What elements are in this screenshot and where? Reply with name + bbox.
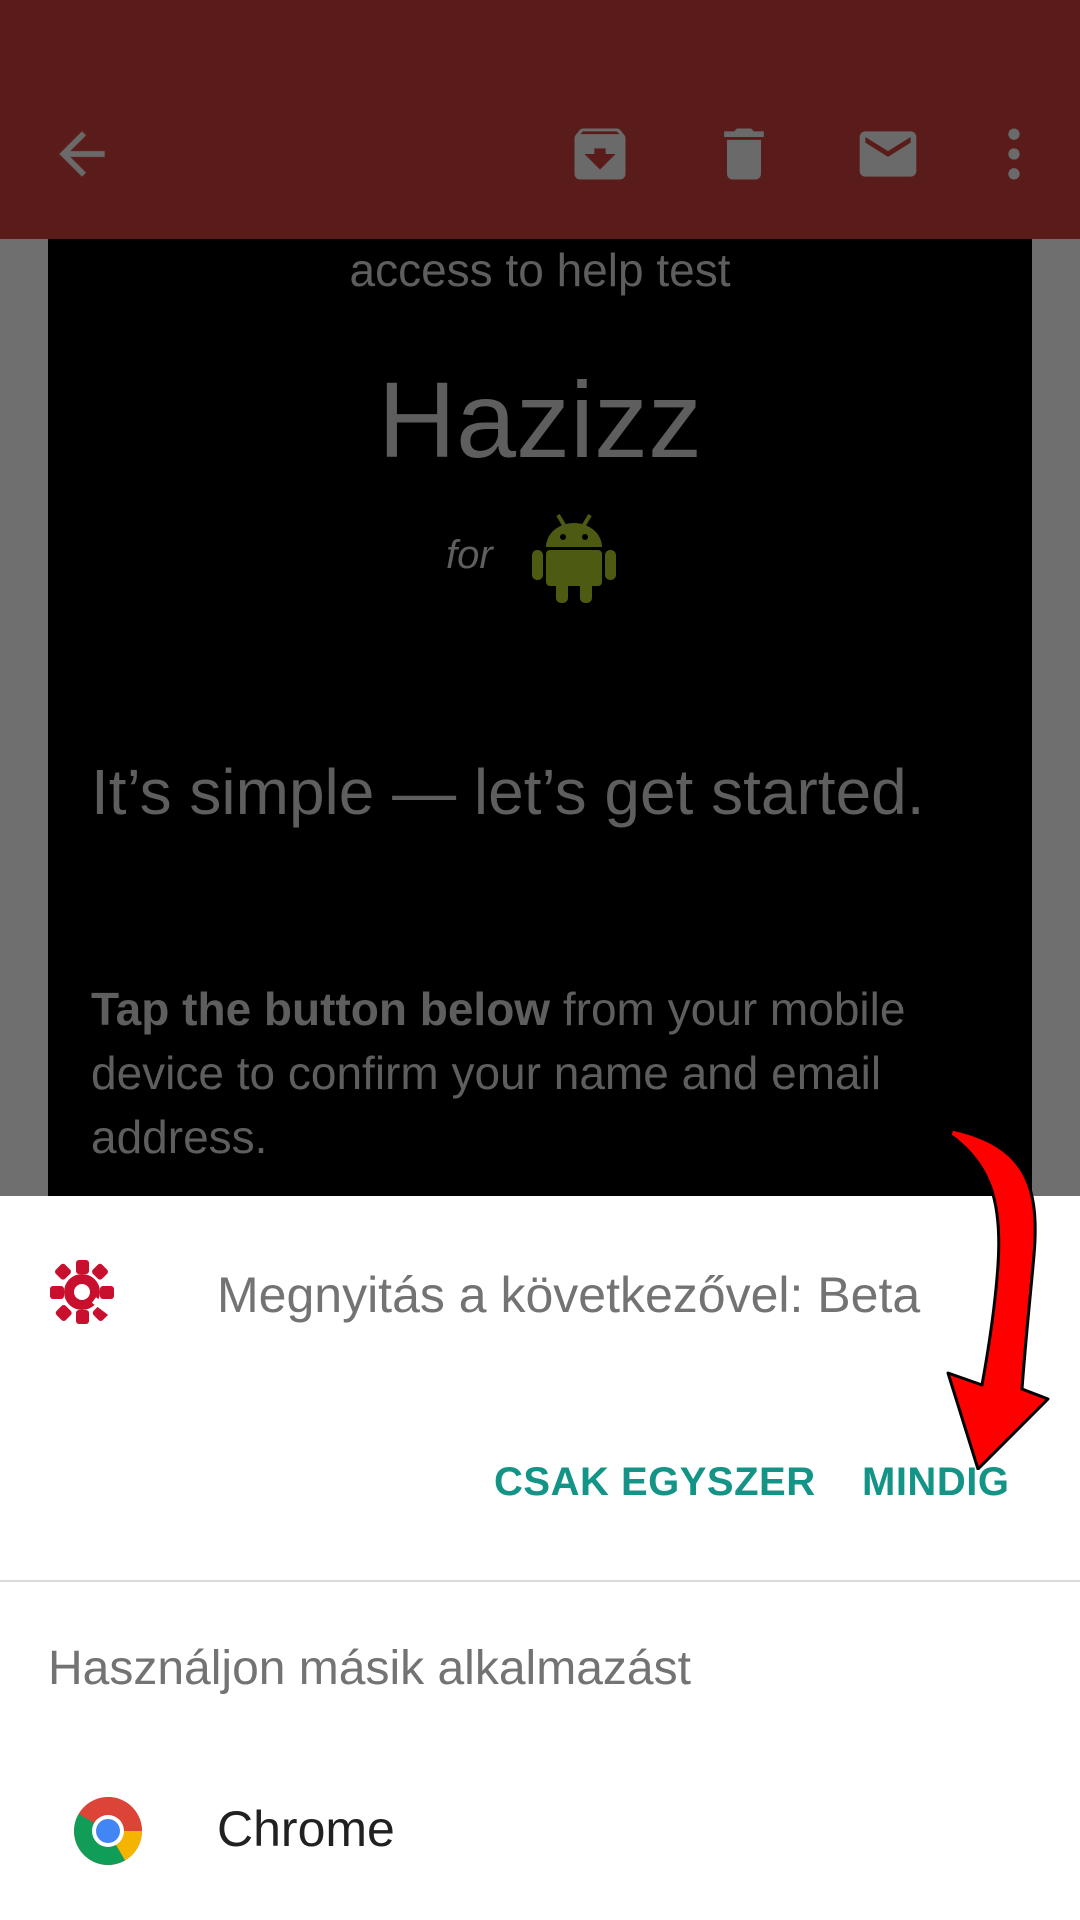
more-vert-icon[interactable] bbox=[980, 120, 1048, 188]
headline: It’s simple — let’s get started. bbox=[91, 756, 925, 828]
open-with-sheet: Megnyitás a következővel: Beta CSAK EGYS… bbox=[0, 1196, 1080, 1920]
open-with-row[interactable]: Megnyitás a következővel: Beta bbox=[0, 1196, 1080, 1396]
delete-icon[interactable] bbox=[710, 120, 778, 188]
chrome-icon bbox=[74, 1797, 142, 1865]
platform-row: for bbox=[48, 511, 1032, 603]
android-icon bbox=[532, 513, 616, 603]
mail-icon[interactable] bbox=[854, 120, 922, 188]
body-text: Tap the button below from your mobile de… bbox=[91, 977, 1011, 1169]
intro-line: access to help test bbox=[349, 244, 731, 296]
for-label: for bbox=[446, 533, 493, 577]
archive-icon[interactable] bbox=[566, 120, 634, 188]
back-arrow-icon[interactable] bbox=[48, 120, 116, 188]
just-once-button[interactable]: CSAK EGYSZER bbox=[494, 1460, 816, 1505]
app-name-heading: Hazizz bbox=[377, 359, 703, 480]
divider bbox=[0, 1580, 1080, 1582]
app-item-chrome[interactable]: Chrome bbox=[0, 1780, 1080, 1910]
beta-app-icon bbox=[50, 1260, 120, 1324]
use-other-app-label: Használjon másik alkalmazást bbox=[48, 1642, 691, 1695]
open-with-label: Megnyitás a következővel: Beta bbox=[217, 1267, 921, 1323]
email-content: access to help test Hazizz for It’s simp… bbox=[48, 239, 1032, 1196]
body-bold-text: Tap the button below bbox=[91, 983, 551, 1035]
annotation-arrow-icon bbox=[946, 1127, 1050, 1470]
toolbar bbox=[0, 0, 1080, 239]
app-name: Chrome bbox=[217, 1801, 395, 1857]
